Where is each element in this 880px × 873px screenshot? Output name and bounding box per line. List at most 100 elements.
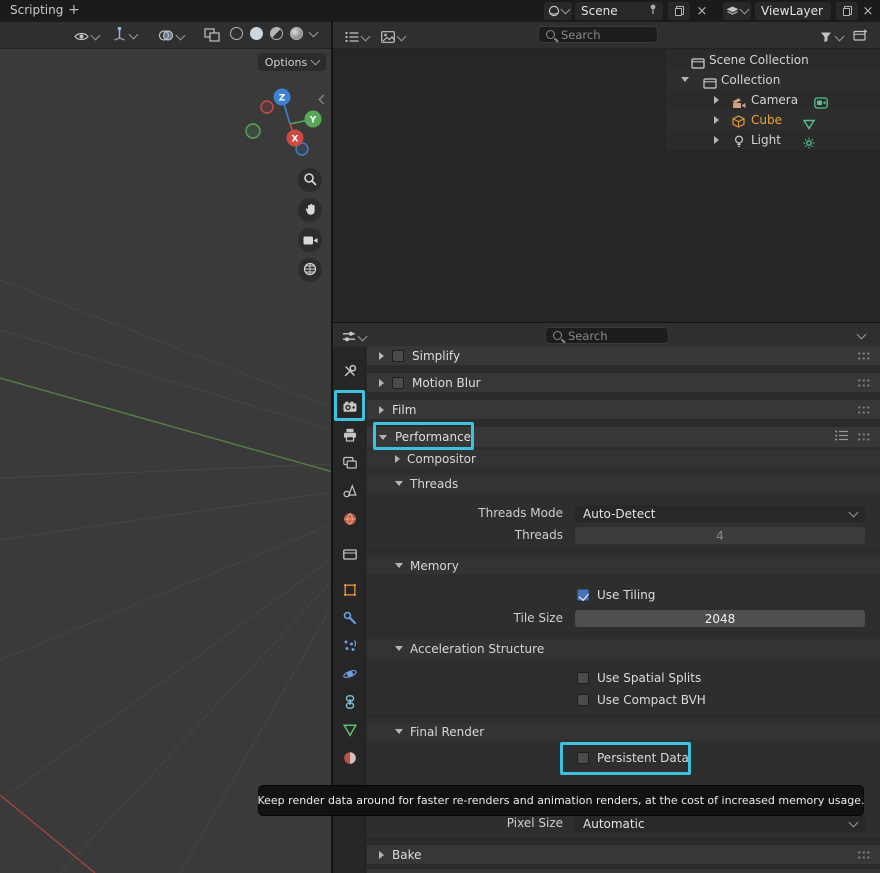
scene-name: Scene: [581, 4, 618, 18]
properties-editor-type-dropdown[interactable]: [342, 328, 366, 347]
outliner-search-input[interactable]: Search: [538, 26, 658, 43]
tab-object-data-properties[interactable]: [341, 721, 358, 738]
scene-name-field[interactable]: Scene: [575, 2, 663, 20]
properties-search-input[interactable]: Search: [545, 327, 669, 344]
tab-world-properties[interactable]: [341, 510, 358, 527]
options-dropdown[interactable]: Options: [258, 53, 326, 71]
panel-header-bake[interactable]: Bake: [367, 845, 880, 864]
panel-header-simplify[interactable]: Simplify: [367, 346, 880, 365]
tab-output-properties[interactable]: [341, 426, 358, 443]
view-layer-name-field[interactable]: ViewLayer: [755, 2, 831, 20]
outliner-filter-dropdown[interactable]: [820, 28, 843, 47]
navigation-gizmo[interactable]: Z Y X: [236, 78, 333, 173]
tab-render-properties[interactable]: [341, 398, 358, 415]
threads-value-field[interactable]: 4: [575, 527, 865, 544]
use-spatial-splits-checkbox[interactable]: [577, 672, 589, 684]
zoom-button[interactable]: [298, 168, 322, 192]
browse-scene-button[interactable]: [544, 2, 572, 20]
workspace-tab-scripting[interactable]: Scripting: [10, 3, 63, 17]
remove-view-layer-button[interactable]: ×: [859, 2, 877, 20]
disclosure-closed-icon[interactable]: [379, 352, 384, 360]
drag-handle-icon[interactable]: [857, 432, 870, 442]
panel-header-film[interactable]: Film: [367, 400, 880, 419]
threads-mode-dropdown[interactable]: Auto-Detect: [575, 505, 865, 522]
tab-material-properties[interactable]: [341, 749, 358, 766]
subpanel-header-compositor[interactable]: Compositor: [367, 450, 880, 467]
tile-size-row: Tile Size 2048: [367, 610, 880, 627]
tab-view-layer-properties[interactable]: [341, 454, 358, 471]
perspective-toggle-button[interactable]: [298, 258, 322, 282]
subpanel-header-threads[interactable]: Threads: [367, 475, 880, 492]
chevron-down-icon: [358, 331, 368, 341]
disclosure-open-icon[interactable]: [395, 729, 403, 734]
pin-icon[interactable]: [649, 4, 657, 18]
disclosure-open-icon[interactable]: [395, 646, 403, 651]
shading-rendered-button[interactable]: [290, 27, 303, 40]
outliner-row-scene-collection[interactable]: Scene Collection: [666, 50, 880, 70]
tab-modifier-properties[interactable]: [341, 609, 358, 626]
outliner-row-light[interactable]: Light: [666, 130, 880, 150]
chevron-down-icon[interactable]: [309, 27, 319, 37]
new-collection-button[interactable]: [853, 27, 868, 46]
outliner-filter-image-dropdown[interactable]: [381, 28, 405, 47]
drag-handle-icon[interactable]: [857, 378, 870, 388]
shading-solid-button[interactable]: [250, 27, 263, 40]
tile-size-field[interactable]: 2048: [575, 610, 865, 627]
subpanel-header-final-render[interactable]: Final Render: [367, 723, 880, 740]
tab-physics-properties[interactable]: [341, 665, 358, 682]
disclosure-closed-icon[interactable]: [379, 379, 384, 387]
motion-blur-checkbox[interactable]: [392, 377, 404, 389]
axis-neg-y-ball[interactable]: [246, 124, 260, 138]
persistent-data-checkbox[interactable]: [577, 752, 589, 764]
delete-scene-button[interactable]: ×: [693, 2, 711, 20]
chevron-down-icon: [176, 30, 186, 40]
disclosure-open-icon[interactable]: [681, 77, 689, 82]
pixel-size-dropdown[interactable]: Automatic: [575, 815, 865, 832]
use-tiling-checkbox[interactable]: [577, 589, 589, 601]
subpanel-header-memory[interactable]: Memory: [367, 557, 880, 574]
header-menu-chevron-icon[interactable]: [857, 330, 867, 340]
outliner-row-camera[interactable]: Camera: [666, 90, 880, 110]
outliner-row-collection[interactable]: Collection: [666, 70, 880, 90]
new-scene-button[interactable]: [668, 2, 690, 20]
simplify-checkbox[interactable]: [392, 350, 404, 362]
disclosure-closed-icon[interactable]: [379, 851, 384, 859]
object-visibility-dropdown[interactable]: [74, 27, 99, 46]
disclosure-open-icon[interactable]: [395, 563, 403, 568]
outliner-row-cube[interactable]: Cube: [666, 110, 880, 130]
tab-particle-properties[interactable]: [341, 637, 358, 654]
disclosure-closed-icon[interactable]: [714, 96, 719, 104]
drag-handle-icon[interactable]: [857, 351, 870, 361]
camera-view-button[interactable]: [298, 228, 322, 252]
viewport[interactable]: Options Z Y X: [0, 22, 333, 873]
shading-wireframe-button[interactable]: [230, 27, 243, 40]
pan-button[interactable]: [298, 198, 322, 222]
disclosure-closed-icon[interactable]: [379, 406, 384, 414]
tab-constraint-properties[interactable]: [341, 693, 358, 710]
gizmos-dropdown[interactable]: [112, 26, 137, 45]
use-compact-bvh-checkbox[interactable]: [577, 694, 589, 706]
panel-header-performance[interactable]: Performance: [367, 427, 880, 447]
overlays-dropdown[interactable]: [158, 27, 184, 46]
axis-neg-x-ball[interactable]: [261, 101, 273, 113]
shading-material-button[interactable]: [270, 27, 283, 40]
panel-header-motion-blur[interactable]: Motion Blur: [367, 373, 880, 392]
panel-menu-icon[interactable]: [835, 430, 849, 444]
tab-object-properties[interactable]: [341, 581, 358, 598]
drag-handle-icon[interactable]: [857, 405, 870, 415]
xray-toggle-button[interactable]: [204, 27, 220, 46]
disclosure-open-icon[interactable]: [379, 435, 387, 440]
tab-scene-properties[interactable]: [341, 482, 358, 499]
tab-tool-properties[interactable]: [341, 362, 358, 379]
disclosure-open-icon[interactable]: [395, 481, 403, 486]
outliner-display-mode-dropdown[interactable]: [345, 28, 369, 47]
disclosure-closed-icon[interactable]: [714, 116, 719, 124]
disclosure-closed-icon[interactable]: [395, 455, 400, 463]
drag-handle-icon[interactable]: [857, 850, 870, 860]
new-view-layer-button[interactable]: [836, 2, 858, 20]
disclosure-closed-icon[interactable]: [714, 136, 719, 144]
subpanel-header-acceleration-structure[interactable]: Acceleration Structure: [367, 640, 880, 657]
browse-view-layer-button[interactable]: [723, 2, 751, 20]
add-workspace-button[interactable]: +: [68, 2, 80, 18]
tab-collection-properties[interactable]: [341, 545, 358, 562]
